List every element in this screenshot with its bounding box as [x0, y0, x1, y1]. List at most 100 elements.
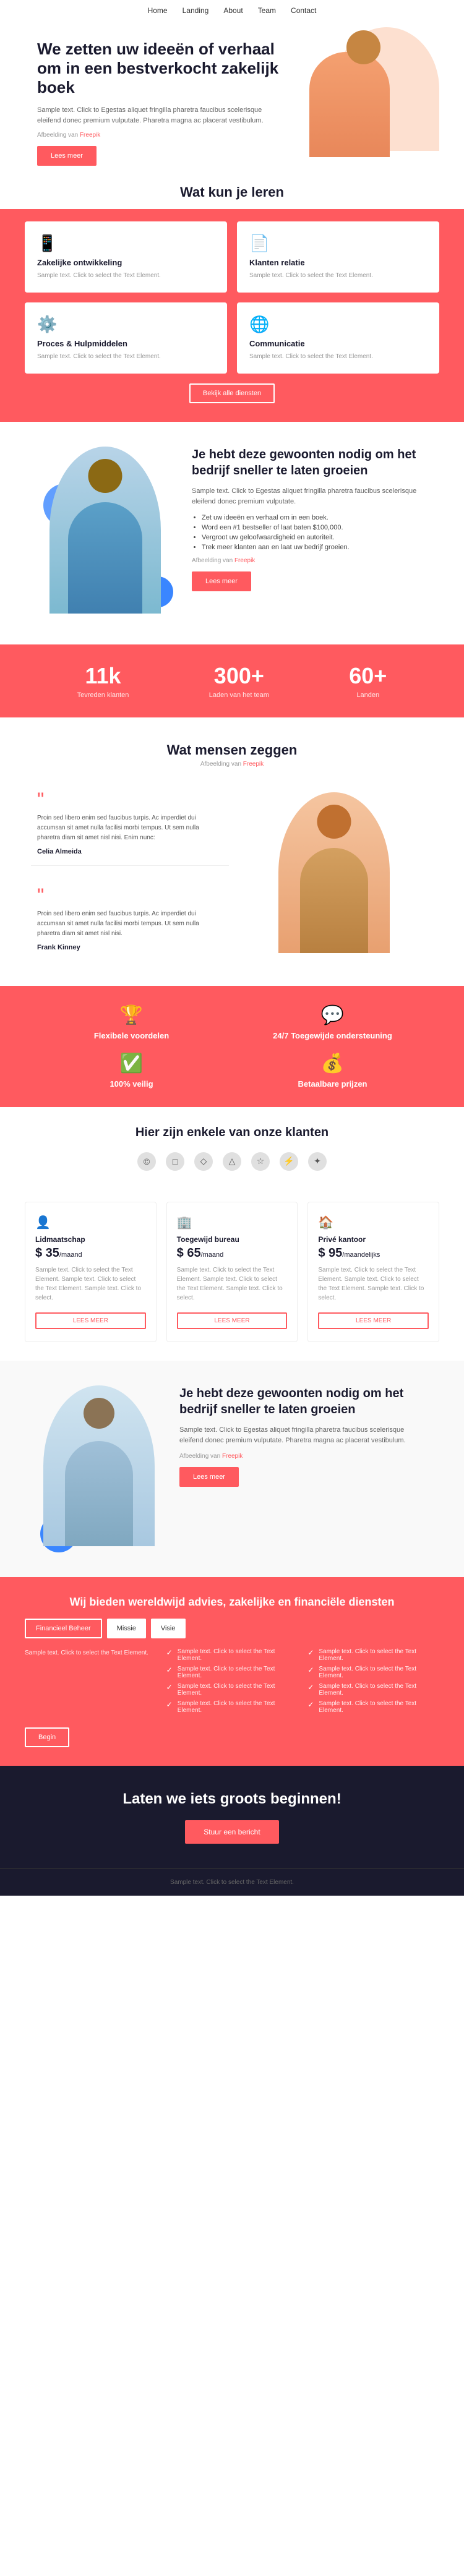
feature-0: 🏆 Flexibele voordelen	[37, 1004, 226, 1040]
pricing-icon-1: 🏢	[177, 1215, 288, 1230]
stat-number-1: 300+	[209, 663, 269, 689]
learn-icon-1: 📄	[249, 234, 427, 253]
stat-label-0: Tevreden klanten	[77, 691, 129, 699]
feature-icon-3: 💰	[321, 1053, 344, 1074]
feature-3: 💰 Betaalbare prijzen	[238, 1053, 427, 1089]
pricing-desc-1: Sample text. Click to select the Text El…	[177, 1265, 288, 1303]
stat-number-0: 11k	[77, 663, 129, 689]
service-item-text-4: Sample text. Click to select the Text El…	[319, 1648, 439, 1662]
services-button[interactable]: Begin	[25, 1727, 69, 1747]
check-icon-2: ✓	[166, 1683, 173, 1692]
services-tab-0[interactable]: Financieel Beheer	[25, 1619, 102, 1638]
services-tab-1[interactable]: Missie	[107, 1619, 146, 1638]
learn-all-button[interactable]: Bekijk alle diensten	[189, 383, 275, 403]
clients-section: Hier zijn enkele van onze klanten © □ ◇ …	[0, 1107, 464, 1189]
client-logo-4: ☆	[251, 1152, 270, 1171]
client-logo-1: □	[166, 1152, 184, 1171]
pricing-button-0[interactable]: LEES MEER	[35, 1312, 146, 1329]
client-logo-3: △	[223, 1152, 241, 1171]
pricing-icon-2: 🏠	[318, 1215, 429, 1230]
learn-text-2: Sample text. Click to select the Text El…	[37, 352, 215, 361]
stats-section: 11k Tevreden klanten 300+ Laden van het …	[0, 644, 464, 717]
pricing-card-1: 🏢 Toegewijd bureau $ 65/maand Sample tex…	[166, 1202, 298, 1342]
service-item-4: ✓ Sample text. Click to select the Text …	[307, 1648, 439, 1662]
stat-number-2: 60+	[349, 663, 387, 689]
learn-text-0: Sample text. Click to select the Text El…	[37, 271, 215, 280]
hero-section: We zetten uw ideeën of verhaal om in een…	[0, 21, 464, 166]
services-col2: ✓ Sample text. Click to select the Text …	[166, 1648, 298, 1718]
grow-body: Sample text. Click to Egestas aliquet fr…	[192, 486, 427, 508]
feature-title-0: Flexibele voordelen	[94, 1031, 169, 1040]
nav-home[interactable]: Home	[148, 6, 168, 15]
testimonial-text-1: Proin sed libero enim sed faucibus turpi…	[37, 909, 223, 939]
check-icon-7: ✓	[307, 1700, 314, 1709]
pricing-card-0: 👤 Lidmaatschap $ 35/maand Sample text. C…	[25, 1202, 157, 1342]
grow-bullets: Zet uw ideeën en verhaal om in een boek.…	[202, 514, 427, 551]
feature-title-2: 100% veilig	[110, 1079, 153, 1089]
check-icon-1: ✓	[166, 1666, 173, 1674]
cta-section: Laten we iets groots beginnen! Stuur een…	[0, 1766, 464, 1868]
learn-icon-0: 📱	[37, 234, 215, 253]
pricing-button-1[interactable]: LEES MEER	[177, 1312, 288, 1329]
feature-icon-1: 💬	[321, 1004, 344, 1026]
service-item-7: ✓ Sample text. Click to select the Text …	[307, 1700, 439, 1714]
service-item-text-7: Sample text. Click to select the Text El…	[319, 1700, 439, 1714]
services-col3: ✓ Sample text. Click to select the Text …	[307, 1648, 439, 1718]
pricing-button-2[interactable]: LEES MEER	[318, 1312, 429, 1329]
feature-2: ✅ 100% veilig	[37, 1053, 226, 1089]
learn-text-1: Sample text. Click to select the Text El…	[249, 271, 427, 280]
client-logo-6: ✦	[308, 1152, 327, 1171]
client-logo-0: ©	[137, 1152, 156, 1171]
testimonial-1: " Proin sed libero enim sed faucibus tur…	[31, 876, 229, 961]
stat-label-2: Landen	[349, 691, 387, 699]
service-item-3: ✓ Sample text. Click to select the Text …	[166, 1700, 298, 1714]
stat-label-1: Laden van het team	[209, 691, 269, 699]
pricing-name-0: Lidmaatschap	[35, 1235, 146, 1244]
service-item-text-2: Sample text. Click to select the Text El…	[178, 1683, 298, 1697]
grow-image	[37, 447, 173, 620]
services-col1: Sample text. Click to select the Text El…	[25, 1648, 157, 1718]
nav-team[interactable]: Team	[258, 6, 276, 15]
grow-bullet-0: Zet uw ideeën en verhaal om in een boek.	[202, 514, 427, 521]
feature-1: 💬 24/7 Toegewijde ondersteuning	[238, 1004, 427, 1040]
pricing-desc-0: Sample text. Click to select the Text El…	[35, 1265, 146, 1303]
grow2-heading: Je hebt deze gewoonten nodig om het bedr…	[179, 1385, 427, 1418]
service-item-text-3: Sample text. Click to select the Text El…	[178, 1700, 298, 1714]
nav-about[interactable]: About	[223, 6, 243, 15]
stat-1: 300+ Laden van het team	[209, 663, 269, 699]
learn-card-2: ⚙️ Proces & Hulpmiddelen Sample text. Cl…	[25, 302, 227, 374]
check-icon-0: ✓	[166, 1648, 173, 1657]
grow2-button[interactable]: Lees meer	[179, 1467, 239, 1487]
cta-button[interactable]: Stuur een bericht	[185, 1820, 278, 1844]
testimonial-0: " Proin sed libero enim sed faucibus tur…	[31, 780, 229, 866]
service-item-0: ✓ Sample text. Click to select the Text …	[166, 1648, 298, 1662]
services-tabs: Financieel Beheer Missie Visie	[25, 1619, 439, 1638]
services-section: Wij bieden wereldwijd advies, zakelijke …	[0, 1577, 464, 1766]
clients-logos: © □ ◇ △ ☆ ⚡ ✦	[37, 1152, 427, 1171]
testimonial-author-0: Celia Almeida	[37, 848, 223, 855]
testimonials-heading: Wat mensen zeggen	[31, 742, 433, 758]
main-nav: Home Landing About Team Contact	[0, 0, 464, 21]
footer-text: Sample text. Click to select the Text El…	[10, 1879, 454, 1886]
pricing-name-1: Toegewijd bureau	[177, 1235, 288, 1244]
features-section: 🏆 Flexibele voordelen 💬 24/7 Toegewijde …	[0, 986, 464, 1107]
testimonial-text-0: Proin sed libero enim sed faucibus turpi…	[37, 813, 223, 843]
testimonial-author-1: Frank Kinney	[37, 944, 223, 951]
stat-2: 60+ Landen	[349, 663, 387, 699]
pricing-desc-2: Sample text. Click to select the Text El…	[318, 1265, 429, 1303]
hero-cta-button[interactable]: Lees meer	[37, 146, 97, 166]
feature-title-3: Betaalbare prijzen	[298, 1079, 367, 1089]
quote-icon-0: "	[37, 790, 223, 810]
testimonials-cards: " Proin sed libero enim sed faucibus tur…	[31, 780, 229, 961]
check-icon-5: ✓	[307, 1666, 314, 1674]
testimonials-section: Wat mensen zeggen Afbeelding van Freepik…	[0, 717, 464, 986]
nav-contact[interactable]: Contact	[291, 6, 316, 15]
grow-button[interactable]: Lees meer	[192, 571, 251, 591]
pricing-name-2: Privé kantoor	[318, 1235, 429, 1244]
nav-landing[interactable]: Landing	[183, 6, 209, 15]
learn-title-3: Communicatie	[249, 339, 427, 348]
learn-card-3: 🌐 Communicatie Sample text. Click to sel…	[237, 302, 439, 374]
services-tab-2[interactable]: Visie	[151, 1619, 186, 1638]
feature-title-1: 24/7 Toegewijde ondersteuning	[273, 1031, 392, 1040]
grow-section: Je hebt deze gewoonten nodig om het bedr…	[0, 422, 464, 644]
